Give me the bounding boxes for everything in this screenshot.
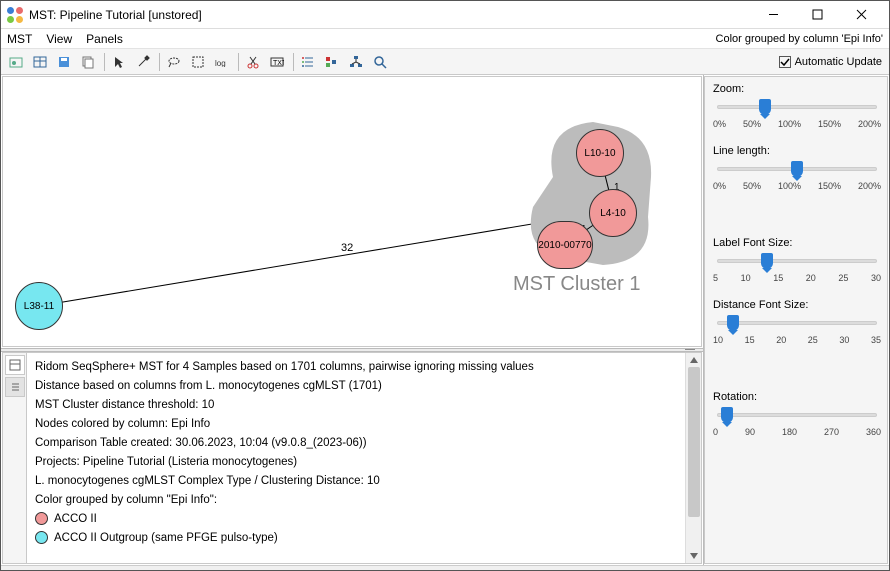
node-l4-10[interactable]: L4-10 — [589, 189, 637, 237]
horizontal-splitter[interactable] — [1, 348, 703, 352]
info-line: Ridom SeqSphere+ MST for 4 Samples based… — [35, 358, 677, 376]
zoom-control: Zoom: 0%50%100%150%200% — [713, 83, 881, 129]
titlebar: MST: Pipeline Tutorial [unstored] — [1, 1, 889, 29]
tool-export-table-icon[interactable] — [29, 51, 51, 73]
line-length-control: Line length: 0%50%100%150%200% — [713, 145, 881, 191]
zoom-slider[interactable] — [717, 101, 877, 115]
rotation-slider[interactable] — [717, 409, 877, 423]
distance-font-control: Distance Font Size: 101520253035 — [713, 299, 881, 345]
rotation-control: Rotation: 090180270360 — [713, 391, 881, 437]
info-line: Distance based on columns from L. monocy… — [35, 377, 677, 395]
tool-save-icon[interactable] — [53, 51, 75, 73]
tool-export-image-icon[interactable] — [5, 51, 27, 73]
main-area: 1 1 L10-10 L4-10 2010-00770 L38-11 32 MS… — [1, 75, 704, 565]
auto-update-label: Automatic Update — [795, 56, 882, 68]
tool-dropper-icon[interactable] — [132, 51, 154, 73]
node-l10-10[interactable]: L10-10 — [576, 129, 624, 177]
tool-copy-icon[interactable] — [77, 51, 99, 73]
app-window: MST: Pipeline Tutorial [unstored] MST Vi… — [0, 0, 890, 571]
maximize-button[interactable] — [795, 2, 839, 28]
info-line: MST Cluster distance threshold: 10 — [35, 396, 677, 414]
legend-item: ACCO II — [35, 510, 677, 528]
info-line: Nodes colored by column: Epi Info — [35, 415, 677, 433]
svg-text:TXT: TXT — [273, 60, 284, 67]
edge-distance-label: 32 — [341, 242, 353, 254]
tool-cut-icon[interactable] — [242, 51, 264, 73]
info-content: Ridom SeqSphere+ MST for 4 Samples based… — [27, 353, 685, 563]
legend-item: ACCO II Outgroup (same PFGE pulso-type) — [35, 529, 677, 547]
info-panel: Ridom SeqSphere+ MST for 4 Samples based… — [2, 352, 702, 564]
tool-search-icon[interactable] — [369, 51, 391, 73]
distance-font-slider[interactable] — [717, 317, 877, 331]
minimize-button[interactable] — [751, 2, 795, 28]
color-grouped-label: Color grouped by column 'Epi Info' — [716, 33, 883, 45]
mst-canvas[interactable]: 1 1 L10-10 L4-10 2010-00770 L38-11 32 MS… — [2, 76, 702, 347]
info-tab-summary-icon[interactable] — [5, 355, 25, 375]
tool-list-icon[interactable] — [297, 51, 319, 73]
tool-layers-icon[interactable] — [321, 51, 343, 73]
tool-text-icon[interactable]: TXT — [266, 51, 288, 73]
scroll-down-icon[interactable] — [689, 551, 699, 561]
node-2010-00770[interactable]: 2010-00770 — [537, 221, 593, 269]
tool-lasso-icon[interactable] — [163, 51, 185, 73]
tool-log-icon[interactable]: log — [211, 51, 233, 73]
toolbar: log TXT Automatic Update — [1, 49, 889, 75]
line-length-slider[interactable] — [717, 163, 877, 177]
node-l38-11[interactable]: L38-11 — [15, 282, 63, 330]
info-tabs — [3, 353, 27, 563]
side-panel: Zoom: 0%50%100%150%200% Line length: 0%5… — [704, 76, 888, 564]
scroll-up-icon[interactable] — [689, 355, 699, 365]
legend-swatch-pink — [35, 512, 48, 525]
legend-swatch-cyan — [35, 531, 48, 544]
label-font-control: Label Font Size: 51015202530 — [713, 237, 881, 283]
info-line: L. monocytogenes cgMLST Complex Type / C… — [35, 472, 677, 490]
info-line: Comparison Table created: 30.06.2023, 10… — [35, 434, 677, 452]
window-title: MST: Pipeline Tutorial [unstored] — [29, 8, 751, 22]
menu-panels[interactable]: Panels — [86, 32, 123, 46]
close-button[interactable] — [839, 2, 883, 28]
info-scrollbar[interactable] — [685, 353, 701, 563]
info-line: Color grouped by column "Epi Info": — [35, 491, 677, 509]
cluster-label: MST Cluster 1 — [513, 273, 640, 296]
tool-tree-icon[interactable] — [345, 51, 367, 73]
menu-view[interactable]: View — [46, 32, 72, 46]
menu-mst[interactable]: MST — [7, 32, 32, 46]
info-tab-details-icon[interactable] — [5, 377, 25, 397]
tool-rect-select-icon[interactable] — [187, 51, 209, 73]
info-line: Projects: Pipeline Tutorial (Listeria mo… — [35, 453, 677, 471]
tool-select-icon[interactable] — [108, 51, 130, 73]
app-icon — [7, 7, 23, 23]
menubar: MST View Panels Color grouped by column … — [1, 29, 889, 49]
label-font-slider[interactable] — [717, 255, 877, 269]
auto-update-checkbox[interactable]: Automatic Update — [779, 56, 882, 68]
statusbar — [1, 565, 889, 570]
scroll-thumb[interactable] — [688, 367, 700, 517]
svg-text:log: log — [215, 59, 226, 67]
body: 1 1 L10-10 L4-10 2010-00770 L38-11 32 MS… — [1, 75, 889, 565]
